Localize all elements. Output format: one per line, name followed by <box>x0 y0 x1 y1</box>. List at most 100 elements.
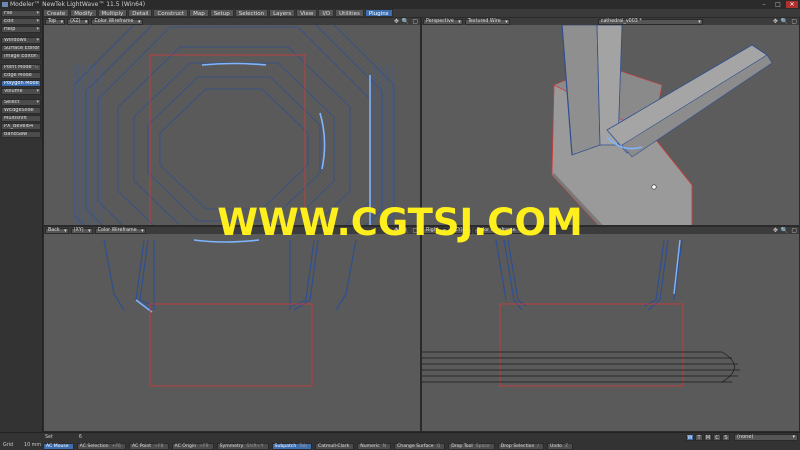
minimize-button[interactable]: – <box>758 1 770 8</box>
tab-create[interactable]: Create <box>43 9 70 17</box>
axis-dropdown[interactable]: (XZ) <box>67 18 90 25</box>
tab-setup[interactable]: Setup <box>209 9 234 17</box>
maximize-view-icon[interactable]: ▢ <box>412 18 418 25</box>
back-view-wireframe <box>103 239 357 387</box>
map-mode-w-button[interactable]: W <box>686 434 694 441</box>
numeric-button[interactable]: Numeric N <box>357 443 392 450</box>
toolbar-label: Symmetry <box>219 444 244 449</box>
shading-dropdown[interactable]: Color Wireframe <box>94 227 146 234</box>
maximize-button[interactable]: □ <box>772 1 784 8</box>
view-type-dropdown[interactable]: Perspective <box>423 18 463 25</box>
set-value[interactable]: 6 <box>79 434 82 441</box>
subpatch-button[interactable]: Subpatch Tab <box>271 443 313 450</box>
zoom-view-icon[interactable]: 🔍 <box>781 227 788 234</box>
view-type-dropdown[interactable]: Top <box>45 18 66 25</box>
edge-mode-button[interactable]: Edge Mode <box>1 72 41 79</box>
viewport-perspective[interactable]: Perspective Textured Wire cathedral_v003… <box>421 17 800 226</box>
image-editor-button[interactable]: Image Editor F6 <box>1 53 41 60</box>
tab-layers[interactable]: Layers <box>269 9 296 17</box>
drop-tool-button[interactable]: Drop Tool Space <box>448 443 495 450</box>
tab-map[interactable]: Map <box>189 9 209 17</box>
toolbar-label: Numeric <box>360 444 380 449</box>
tab-utilities[interactable]: Utilities <box>335 9 364 17</box>
move-view-icon[interactable]: ✥ <box>773 227 778 234</box>
tab-detail[interactable]: Detail <box>128 9 153 17</box>
menu-tabs: Create Modify Multiply Detail Construct Map Se… <box>43 9 393 17</box>
zoom-view-icon[interactable]: 🔍 <box>402 18 409 25</box>
point-mode-button[interactable]: Point Mode ^G <box>1 64 41 71</box>
plugin-px-bevel-button[interactable]: PX_Bevel64 <box>1 123 41 130</box>
toolbar-label: Undo <box>549 444 562 449</box>
tab-selection[interactable]: Selection <box>234 9 269 17</box>
maximize-view-icon[interactable]: ▢ <box>791 18 797 25</box>
shading-dropdown[interactable]: Textured Wire <box>464 18 510 25</box>
toolbar-shortcut: Tab <box>299 444 308 449</box>
symmetry-button[interactable]: Symmetry Shift+Y <box>216 443 269 450</box>
surface-editor-button[interactable]: Surface Editor F5 <box>1 45 41 52</box>
select-menu[interactable]: Select <box>1 99 41 106</box>
map-mode-m-button[interactable]: M <box>704 434 712 441</box>
volume-button[interactable]: Volume <box>1 88 41 95</box>
polygon-mode-button[interactable]: Polygon Mode ^H <box>1 80 41 87</box>
undo-button[interactable]: Undo Z <box>546 443 574 450</box>
toolbar-label: AC Mouse <box>46 444 69 449</box>
tab-plugins[interactable]: Plugins <box>364 9 393 17</box>
vertex-map-dropdown[interactable]: (none) <box>734 434 798 441</box>
perspective-model <box>551 25 773 225</box>
view-type-dropdown[interactable]: Back <box>45 227 69 234</box>
toolbar-label: AC Selection <box>79 444 109 449</box>
catmull-clark-button[interactable]: Catmull-Clark <box>315 443 355 450</box>
plugin-bandsaw-button[interactable]: BandSaw <box>1 131 41 138</box>
grid-info: Grid 10 mm <box>1 442 43 450</box>
toolbar-shortcut: +F6 <box>111 444 121 449</box>
point-mode-label: Point Mode <box>4 64 32 70</box>
tab-i-o[interactable]: I/O <box>318 9 335 17</box>
zoom-view-icon[interactable]: 🔍 <box>781 18 788 25</box>
tab-view[interactable]: View <box>296 9 318 17</box>
ac-selection-button[interactable]: AC Selection +F6 <box>76 443 126 450</box>
plugin-multishift-button[interactable]: Multishift <box>1 115 41 122</box>
watermark: WWW.CGTSJ.COM <box>217 201 583 244</box>
map-mode-t-button[interactable]: T <box>695 434 703 441</box>
object-dropdown[interactable]: cathedral_v003 * <box>597 18 703 25</box>
maximize-view-icon[interactable]: ▢ <box>791 227 797 234</box>
help-menu[interactable]: Help <box>1 26 41 33</box>
plugin-wedgeslide-button[interactable]: WEdgeSlide <box>1 107 41 114</box>
map-mode-s-button[interactable]: S <box>722 434 730 441</box>
map-mode-c-button[interactable]: C <box>713 434 721 441</box>
tab-multiply[interactable]: Multiply <box>97 9 128 17</box>
viewport-right[interactable]: Right (ZY) Color Wireframe ✥ 🔍 ▢ <box>421 226 800 432</box>
point-mode-key: ^G <box>30 65 38 70</box>
change-surface-button[interactable]: Change Surface Q <box>394 443 446 450</box>
tab-modify[interactable]: Modify <box>70 9 97 17</box>
shading-dropdown[interactable]: Color Wireframe <box>91 18 143 25</box>
title-bar: Modeler™ NewTek LightWave™ 11.5 (Win64) … <box>0 0 800 9</box>
axis-dropdown[interactable]: (XY) <box>70 227 93 234</box>
file-menu[interactable]: File <box>1 10 41 17</box>
set-row: Set 6 <box>43 434 123 441</box>
top-view-wireframe <box>73 25 395 225</box>
polygon-mode-key: ^H <box>30 81 38 86</box>
toolbar-shortcut: Z <box>564 444 569 449</box>
ac-mouse-button[interactable]: AC Mouse <box>43 443 74 450</box>
toolbar-shortcut: Space <box>475 444 490 449</box>
ac-point-button[interactable]: AC Point +F8 <box>128 443 169 450</box>
move-view-icon[interactable]: ✥ <box>394 18 399 25</box>
edge-mode-label: Edge Mode <box>4 72 32 78</box>
windows-menu[interactable]: Windows <box>1 37 41 44</box>
viewport-back[interactable]: Back (XY) Color Wireframe ✥ 🔍 ▢ <box>43 226 421 432</box>
bottom-panel: Set 6 Grid 10 mm AC Mouse AC Selection +F6… <box>0 432 800 450</box>
toolbar-label: AC Origin <box>174 444 197 449</box>
move-view-icon[interactable]: ✥ <box>773 18 778 25</box>
viewport-top[interactable]: Top (XZ) Color Wireframe ✥ 🔍 ▢ <box>43 17 421 226</box>
ac-origin-button[interactable]: AC Origin +F9 <box>171 443 214 450</box>
toolbar-label: Subpatch <box>274 444 297 449</box>
toolbar-shortcut: +F8 <box>154 444 164 449</box>
edit-menu[interactable]: Edit <box>1 18 41 25</box>
tab-construct[interactable]: Construct <box>153 9 189 17</box>
set-label: Set <box>45 435 53 440</box>
toolbar-shortcut: / <box>537 444 539 449</box>
drop-selection-button[interactable]: Drop Selection / <box>497 443 544 450</box>
toolbar-label: Catmull-Clark <box>318 444 350 449</box>
close-button[interactable]: ✕ <box>786 1 798 8</box>
